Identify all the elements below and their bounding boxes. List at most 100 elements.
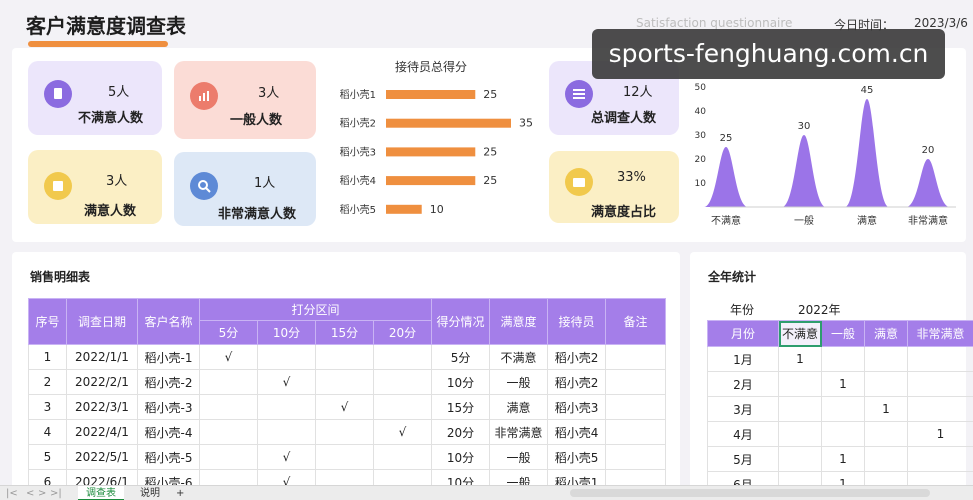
cell-sat[interactable]: 一般 [489,444,549,470]
cell-score[interactable]: 10分 [431,444,491,470]
cell-c4[interactable] [907,371,973,397]
cell-sat[interactable]: 满意 [489,394,549,420]
cell-month[interactable]: 4月 [707,421,779,447]
table-row[interactable]: 3 2022/3/1 稻小壳-3 √ 15分 满意 稻小壳3 [28,394,667,420]
cell-s20[interactable] [372,444,433,470]
cell-c1[interactable]: 1 [778,346,822,372]
col-date[interactable]: 调查日期 [66,298,138,345]
cell-c3[interactable] [864,446,908,472]
cell-date[interactable]: 2022/1/1 [66,344,138,370]
cell-c1[interactable] [778,421,822,447]
col-note[interactable]: 备注 [605,298,667,345]
cell-score[interactable]: 5分 [431,344,491,370]
cell-no[interactable]: 5 [28,444,67,470]
cell-s15[interactable] [315,344,374,370]
cell-sat[interactable]: 一般 [489,369,549,395]
table-row[interactable]: 2 2022/2/1 稻小壳-2 √ 10分 一般 稻小壳2 [28,369,667,395]
table-row[interactable]: 3月 1 [707,396,973,422]
col-score-range[interactable]: 打分区间 [198,298,433,321]
col-customer[interactable]: 客户名称 [137,298,200,345]
cell-agent[interactable]: 稻小壳5 [547,444,607,470]
cell-c4[interactable] [907,446,973,472]
col-agent[interactable]: 接待员 [547,298,607,345]
cell-c2[interactable] [821,346,865,372]
cell-c3[interactable] [864,371,908,397]
cell-s15[interactable] [315,419,374,445]
cell-c2[interactable]: 1 [821,446,865,472]
cell-s10[interactable] [257,344,316,370]
cell-month[interactable]: 1月 [707,346,779,372]
cell-s5[interactable] [199,394,258,420]
cell-no[interactable]: 4 [28,419,67,445]
table-row[interactable]: 5月 1 [707,446,973,472]
last-sheet-icon[interactable]: >| [50,486,62,500]
next-sheet-icon[interactable]: > [38,486,46,500]
cell-note[interactable] [605,344,667,370]
table-row[interactable]: 1 2022/1/1 稻小壳-1 √ 5分 不满意 稻小壳2 [28,344,667,370]
cell-c3[interactable] [864,346,908,372]
table-row[interactable]: 4月 1 [707,421,973,447]
col-dissatisfied[interactable]: 不满意 [778,320,822,347]
col-20[interactable]: 20分 [372,320,433,345]
cell-c4[interactable] [907,396,973,422]
cell-month[interactable]: 3月 [707,396,779,422]
cell-c3[interactable]: 1 [864,396,908,422]
cell-c1[interactable] [778,446,822,472]
tab-description[interactable]: 说明 [132,486,168,500]
cell-c4[interactable] [907,346,973,372]
cell-c2[interactable] [821,396,865,422]
cell-score[interactable]: 20分 [431,419,491,445]
cell-c3[interactable] [864,421,908,447]
cell-sat[interactable]: 不满意 [489,344,549,370]
cell-s20[interactable] [372,369,433,395]
cell-date[interactable]: 2022/4/1 [66,419,138,445]
col-score[interactable]: 得分情况 [431,298,491,345]
col-10[interactable]: 10分 [257,320,316,345]
cell-s10[interactable]: √ [257,369,316,395]
cell-c1[interactable] [778,371,822,397]
cell-customer[interactable]: 稻小壳-4 [137,419,200,445]
col-month[interactable]: 月份 [707,320,779,347]
cell-score[interactable]: 10分 [431,369,491,395]
cell-month[interactable]: 2月 [707,371,779,397]
col-5[interactable]: 5分 [199,320,258,345]
cell-agent[interactable]: 稻小壳2 [547,344,607,370]
cell-agent[interactable]: 稻小壳4 [547,419,607,445]
col-15[interactable]: 15分 [315,320,374,345]
col-very-satisfied[interactable]: 非常满意 [907,320,973,347]
cell-month[interactable]: 5月 [707,446,779,472]
prev-sheet-icon[interactable]: < [26,486,34,500]
cell-customer[interactable]: 稻小壳-1 [137,344,200,370]
cell-s5[interactable] [199,419,258,445]
cell-c2[interactable]: 1 [821,371,865,397]
cell-c2[interactable] [821,421,865,447]
table-row[interactable]: 5 2022/5/1 稻小壳-5 √ 10分 一般 稻小壳5 [28,444,667,470]
cell-s20[interactable] [372,344,433,370]
cell-s5[interactable]: √ [199,344,258,370]
horizontal-scrollbar[interactable] [570,489,930,497]
cell-c4[interactable]: 1 [907,421,973,447]
col-satisfaction[interactable]: 满意度 [489,298,549,345]
add-sheet-button[interactable]: + [168,486,192,500]
cell-customer[interactable]: 稻小壳-3 [137,394,200,420]
cell-s5[interactable] [199,444,258,470]
cell-sat[interactable]: 非常满意 [489,419,549,445]
cell-customer[interactable]: 稻小壳-5 [137,444,200,470]
table-row[interactable]: 4 2022/4/1 稻小壳-4 √ 20分 非常满意 稻小壳4 [28,419,667,445]
cell-date[interactable]: 2022/5/1 [66,444,138,470]
table-row[interactable]: 2月 1 [707,371,973,397]
first-sheet-icon[interactable]: |< [6,486,18,500]
cell-no[interactable]: 2 [28,369,67,395]
tab-survey[interactable]: 调查表 [78,486,124,500]
cell-s15[interactable] [315,444,374,470]
cell-s10[interactable] [257,394,316,420]
table-row[interactable]: 1月 1 [707,346,973,372]
cell-no[interactable]: 1 [28,344,67,370]
cell-score[interactable]: 15分 [431,394,491,420]
cell-c1[interactable] [778,396,822,422]
cell-note[interactable] [605,394,667,420]
cell-agent[interactable]: 稻小壳3 [547,394,607,420]
cell-note[interactable] [605,444,667,470]
col-no[interactable]: 序号 [28,298,67,345]
cell-s10[interactable]: √ [257,444,316,470]
